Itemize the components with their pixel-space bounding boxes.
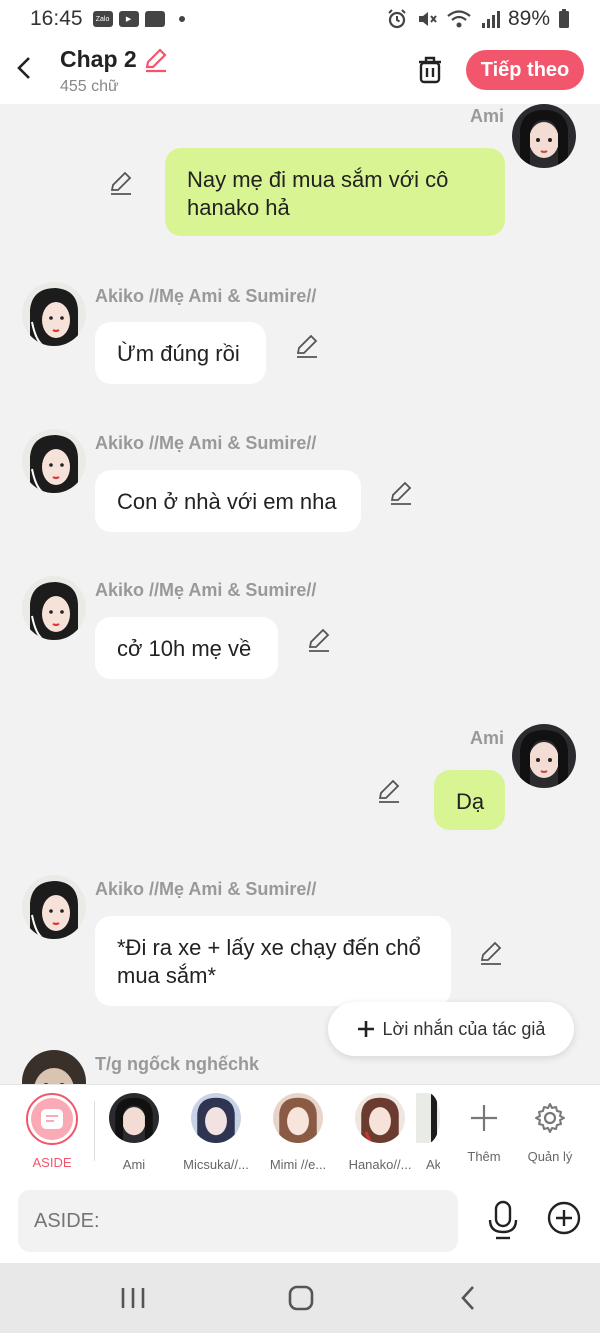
message-icon: [144, 11, 165, 27]
message-bubble[interactable]: Ừm đúng rồi: [95, 322, 266, 384]
edit-message-icon[interactable]: [376, 778, 402, 804]
microphone-icon: [488, 1200, 518, 1240]
recent-apps-icon: [121, 1288, 145, 1308]
edit-message-icon[interactable]: [478, 940, 504, 966]
author-note-button[interactable]: Lời nhắn của tác giả: [328, 1002, 574, 1056]
home-icon: [288, 1285, 314, 1311]
home-button[interactable]: [281, 1283, 321, 1313]
sender-name: Akiko //Mẹ Ami & Sumire//: [95, 286, 317, 306]
recent-apps-button[interactable]: [113, 1283, 153, 1313]
character-ami[interactable]: Ami: [94, 1093, 174, 1172]
avatar-akiko[interactable]: [22, 576, 86, 640]
character-name: Mimi //e...: [269, 1157, 327, 1172]
word-count: 455 chữ: [60, 78, 119, 95]
aside-avatar: [26, 1093, 78, 1145]
sender-name: Ami: [469, 728, 504, 748]
sender-name: Ami: [469, 106, 504, 126]
sender-name: Akiko //Mẹ Ami & Sumire//: [95, 580, 317, 600]
avatar-akiko[interactable]: [22, 282, 86, 346]
edit-message-icon[interactable]: [108, 170, 134, 196]
plus-icon: [357, 1021, 374, 1037]
youtube-icon: ▶: [118, 11, 139, 27]
back-chevron-icon: [461, 1286, 474, 1310]
character-name: Ak: [426, 1157, 440, 1172]
edit-message-icon[interactable]: [294, 333, 320, 359]
next-button[interactable]: Tiếp theo: [466, 50, 584, 90]
system-nav-bar: [0, 1263, 600, 1333]
signal-icon: [481, 11, 500, 28]
more-notifications-dot: [178, 16, 185, 22]
plus-icon: [471, 1105, 497, 1131]
delete-button[interactable]: [414, 54, 446, 86]
character-micsuka[interactable]: Micsuka//...: [176, 1093, 256, 1172]
alarm-icon: [388, 9, 406, 29]
status-bar: 16:45 Zalo ▶ 89%: [0, 0, 600, 38]
chat-area[interactable]: Ami Nay mẹ đi mua sắm với cô hanako hả A…: [0, 104, 600, 1084]
message-bubble[interactable]: Dạ: [434, 770, 505, 830]
avatar: [191, 1093, 241, 1143]
character-hanako[interactable]: Hanako//...: [340, 1093, 420, 1172]
wifi-icon: [447, 10, 471, 28]
mute-icon: [418, 12, 437, 26]
character-mimi[interactable]: Mimi //e...: [258, 1093, 338, 1172]
character-name: ASIDE: [32, 1155, 72, 1170]
character-name: Hanako//...: [348, 1157, 412, 1172]
avatar: [355, 1093, 405, 1143]
system-back-button[interactable]: [448, 1283, 488, 1313]
attach-button[interactable]: [546, 1200, 582, 1236]
avatar: [273, 1093, 323, 1143]
microphone-button[interactable]: [486, 1200, 520, 1240]
edit-title-icon[interactable]: [143, 47, 169, 73]
chapter-title: Chap 2: [60, 46, 137, 72]
note-icon: [41, 1109, 63, 1129]
chapter-header: Chap 2 455 chữ Tiếp theo: [0, 38, 600, 104]
plus-circle-icon: [547, 1201, 581, 1235]
author-note-label: Lời nhắn của tác giả: [382, 1018, 546, 1039]
back-arrow-icon: [17, 57, 30, 79]
status-time: 16:45: [30, 7, 83, 30]
avatar-akiko[interactable]: [22, 429, 86, 493]
chapter-title-row[interactable]: Chap 2: [60, 46, 169, 73]
sender-name: Akiko //Mẹ Ami & Sumire//: [95, 433, 317, 453]
notification-icons: Zalo ▶: [92, 11, 185, 27]
character-partial[interactable]: Ak: [416, 1093, 440, 1172]
character-selector: ASIDE Ami Micsuka//... Mimi //e... Hanak…: [0, 1084, 600, 1178]
battery-icon: [559, 9, 569, 28]
character-aside[interactable]: ASIDE: [12, 1093, 92, 1170]
zalo-icon: Zalo: [92, 11, 113, 27]
avatar: [109, 1093, 159, 1143]
system-status: 89%: [386, 7, 570, 31]
avatar-author[interactable]: [22, 1050, 86, 1084]
gear-icon: [535, 1103, 565, 1133]
avatar: [416, 1093, 440, 1143]
avatar-ami[interactable]: [512, 724, 576, 788]
avatar-akiko[interactable]: [22, 875, 86, 939]
edit-message-icon[interactable]: [388, 480, 414, 506]
sender-name: Akiko //Mẹ Ami & Sumire//: [95, 879, 317, 899]
avatar-ami[interactable]: [512, 104, 576, 168]
message-bubble[interactable]: cở 10h mẹ về: [95, 617, 278, 679]
manage-label: Quản lý: [527, 1149, 573, 1164]
message-bubble[interactable]: Con ở nhà với em nha: [95, 470, 361, 532]
composer: [0, 1178, 600, 1263]
message-bubble[interactable]: *Đi ra xe + lấy xe chạy đến chổ mua sắm*: [95, 916, 451, 1006]
character-name: Ami: [122, 1157, 146, 1172]
edit-message-icon[interactable]: [306, 627, 332, 653]
trash-icon: [419, 56, 441, 84]
character-name: Micsuka//...: [183, 1157, 249, 1172]
sender-name: T/g ngốck nghếchk: [95, 1054, 260, 1074]
manage-button[interactable]: Quản lý: [510, 1093, 590, 1164]
message-bubble[interactable]: Nay mẹ đi mua sắm với cô hanako hả: [165, 148, 505, 236]
battery-percent: 89%: [507, 7, 550, 30]
back-button[interactable]: [10, 52, 38, 84]
message-input[interactable]: [18, 1190, 458, 1252]
